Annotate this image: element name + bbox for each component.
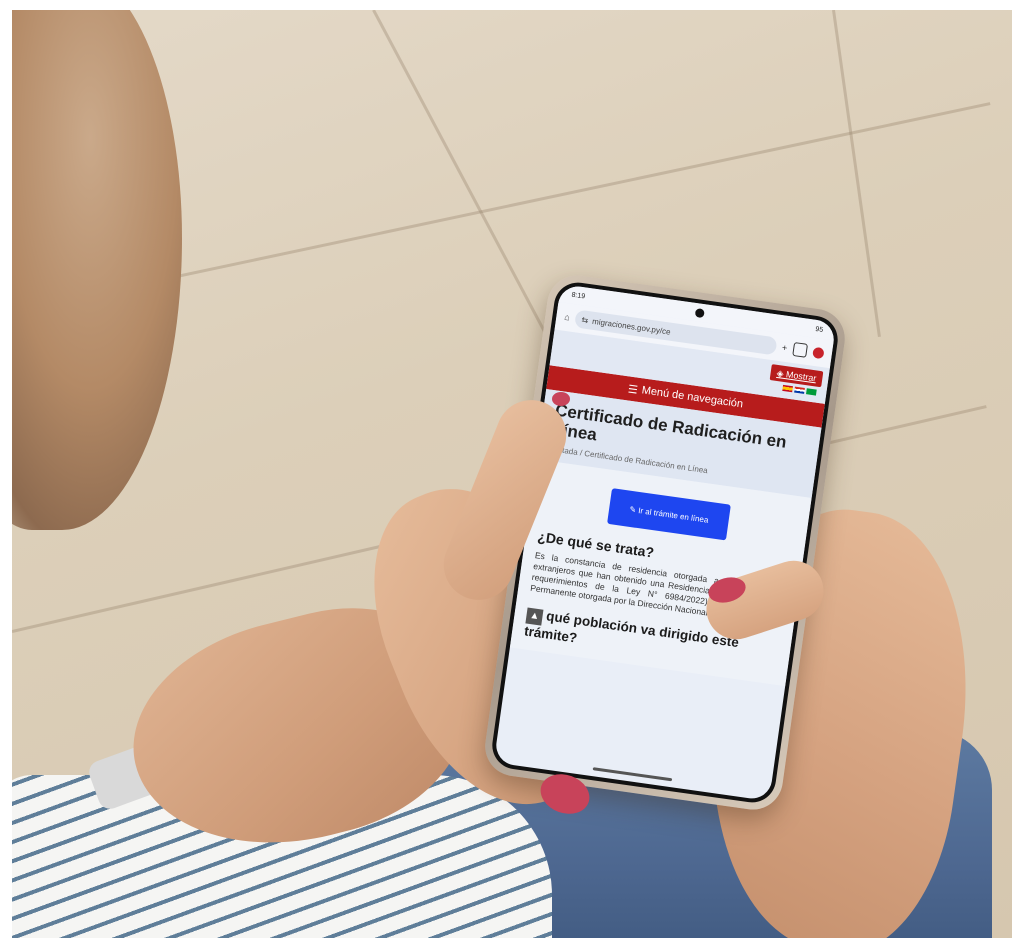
floor-tile-line — [832, 10, 881, 337]
menu-icon: ☰ — [627, 382, 639, 397]
tune-icon: ⇆ — [581, 314, 589, 325]
plus-icon[interactable]: + — [781, 342, 788, 353]
online-procedure-button[interactable]: ✎ Ir al trámite en línea — [607, 488, 731, 541]
language-flags[interactable] — [782, 384, 817, 396]
url-text: migraciones.gov.py/ce — [591, 316, 672, 337]
gesture-bar[interactable] — [592, 767, 673, 782]
show-button[interactable]: ◈ Mostrar — [769, 364, 824, 388]
flag-spain-icon[interactable] — [782, 384, 793, 393]
tabs-icon[interactable] — [792, 342, 809, 358]
phone-bezel: 8:19 95 ⌂ ⇆ migraciones.gov.py/ce + ◈ Mo… — [489, 279, 841, 806]
online-procedure-label: Ir al trámite en línea — [637, 505, 710, 525]
show-button-label: Mostrar — [785, 369, 817, 384]
status-time: 8:19 — [571, 291, 586, 300]
browser-menu-icon[interactable] — [812, 346, 825, 359]
hair — [12, 10, 182, 530]
phone-display: 8:19 95 ⌂ ⇆ migraciones.gov.py/ce + ◈ Mo… — [493, 284, 837, 801]
home-icon[interactable]: ⌂ — [564, 312, 571, 323]
flag-paraguay-icon[interactable] — [794, 386, 805, 394]
status-battery: 95 — [814, 325, 824, 334]
camera-icon — [695, 307, 706, 318]
flag-brazil-icon[interactable] — [806, 388, 817, 396]
left-finger-nail — [552, 392, 570, 406]
